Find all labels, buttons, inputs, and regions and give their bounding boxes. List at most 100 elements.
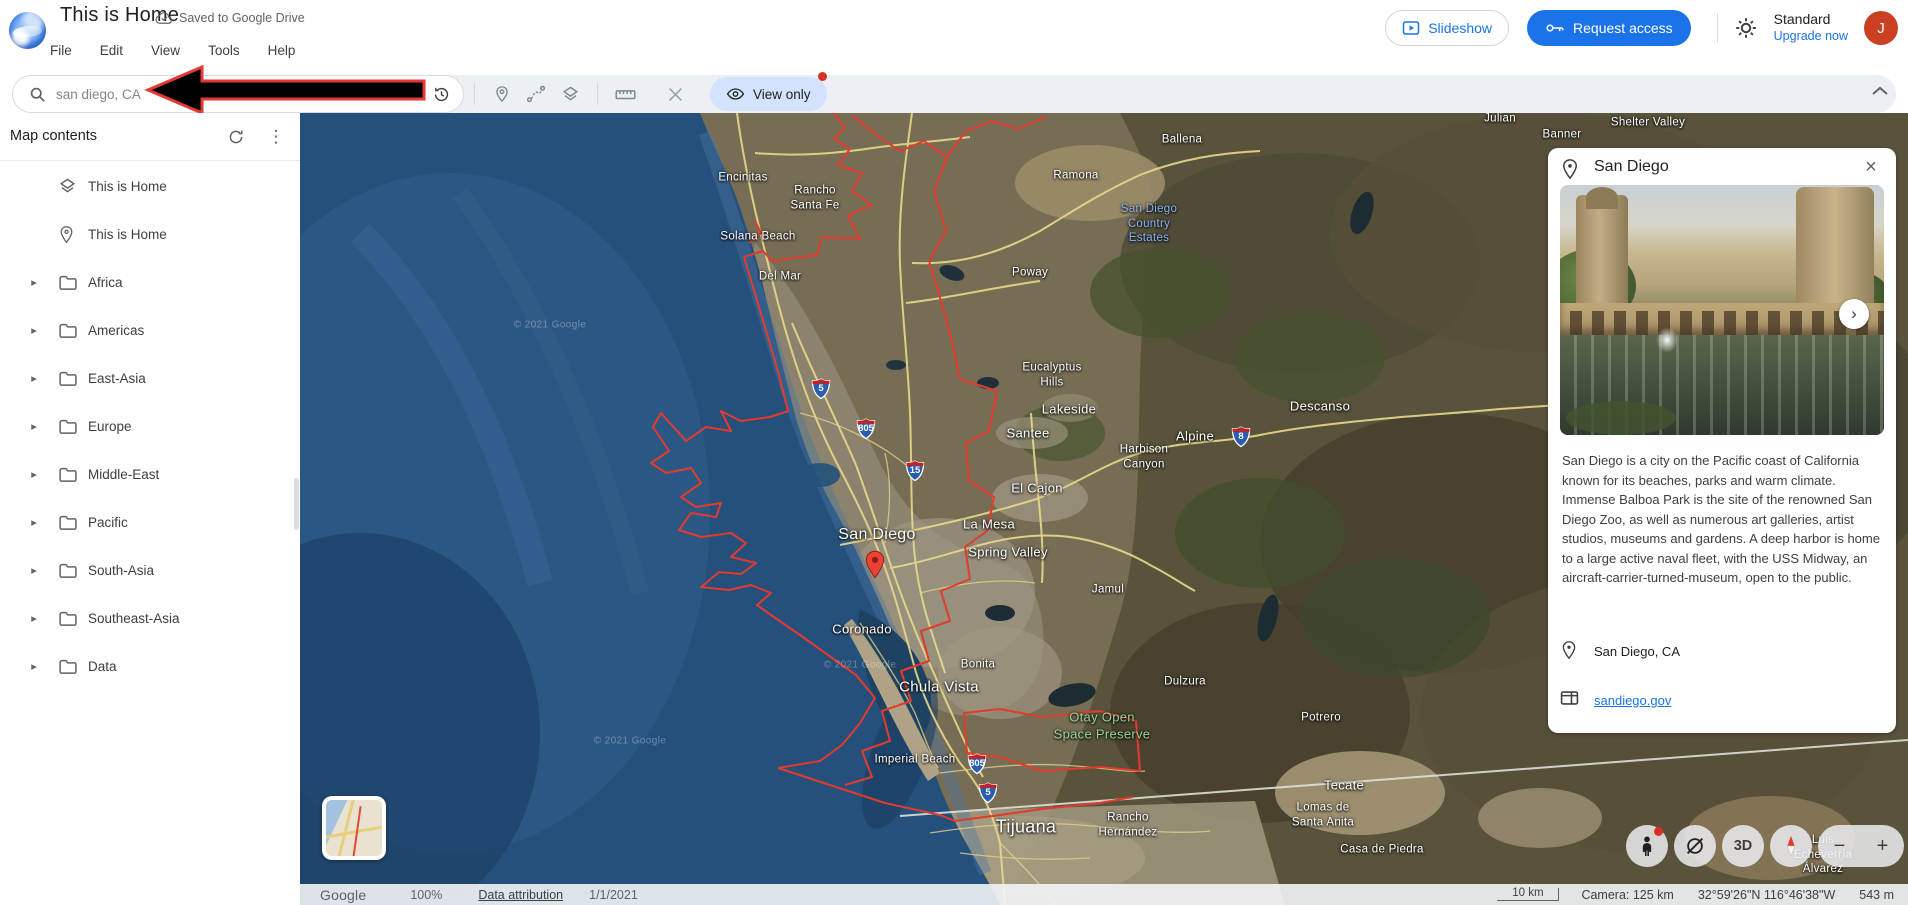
header-divider	[1717, 13, 1718, 43]
search-box[interactable]	[12, 75, 464, 113]
sidebar-item-label: This is Home	[88, 227, 167, 242]
place-info-panel: San Diego × › San Diego is a city on the…	[1548, 148, 1896, 733]
zoom-out-button[interactable]: −	[1834, 835, 1846, 858]
map-contents-sidebar: Map contents ⋮ This is Home This is Home ▸…	[0, 113, 300, 905]
refresh-icon[interactable]	[224, 125, 248, 149]
measure-tool-icon[interactable]	[608, 77, 642, 111]
collapse-toolbar-chevron-icon[interactable]	[1870, 84, 1890, 102]
minimap-road	[336, 800, 356, 856]
terrain-elevation: 543 m	[1859, 888, 1894, 902]
zoom-control: − +	[1818, 825, 1904, 867]
expand-caret-icon[interactable]: ▸	[26, 468, 42, 481]
place-website-link[interactable]: sandiego.gov	[1594, 693, 1671, 708]
search-toolbar: View only	[12, 75, 1896, 113]
menu-tools[interactable]: Tools	[208, 38, 240, 63]
sidebar-item-label: This is Home	[88, 179, 167, 194]
folder-icon	[58, 370, 78, 387]
menu-view[interactable]: View	[151, 38, 180, 63]
location-pin-icon	[1560, 640, 1578, 665]
tilt-reset-button[interactable]	[1674, 825, 1716, 867]
compass-button[interactable]	[1770, 825, 1812, 867]
placemark-tool-icon[interactable]	[485, 77, 519, 111]
sidebar-title: Map contents	[10, 128, 97, 144]
folder-icon	[58, 322, 78, 339]
folder-label: Europe	[88, 419, 132, 434]
minimap-road	[326, 824, 382, 839]
place-description: San Diego is a city on the Pacific coast…	[1562, 451, 1884, 588]
sidebar-folder-middle-east[interactable]: ▸ Middle-East	[0, 450, 300, 498]
sidebar-folder-east-asia[interactable]: ▸ East-Asia	[0, 354, 300, 402]
folder-icon	[58, 610, 78, 627]
sidebar-folder-africa[interactable]: ▸Africa	[0, 258, 300, 306]
folder-icon	[58, 418, 78, 435]
upgrade-link[interactable]: Upgrade now	[1774, 29, 1848, 45]
notification-dot	[818, 72, 827, 81]
menu-help[interactable]: Help	[268, 38, 296, 63]
3d-toggle-button[interactable]: 3D	[1722, 825, 1764, 867]
layers-tool-icon[interactable]	[553, 77, 587, 111]
expand-caret-icon[interactable]: ▸	[26, 660, 42, 673]
toolbar-divider	[474, 83, 475, 105]
sidebar-folder-pacific[interactable]: ▸ Pacific	[0, 498, 300, 546]
expand-caret-icon[interactable]: ▸	[26, 372, 42, 385]
data-attribution-link[interactable]: Data attribution	[478, 888, 563, 902]
close-icon[interactable]: ×	[1858, 154, 1884, 180]
folder-icon	[58, 466, 78, 483]
pegman-notification-dot	[1654, 827, 1663, 836]
folder-label: East-Asia	[88, 371, 146, 386]
place-title: San Diego	[1594, 158, 1669, 176]
placemark-pin-icon[interactable]	[864, 550, 886, 580]
place-photo[interactable]	[1560, 185, 1884, 435]
folder-label: Southeast-Asia	[88, 611, 180, 626]
expand-caret-icon[interactable]: ▸	[26, 324, 42, 337]
folder-label: Middle-East	[88, 467, 159, 482]
kebab-menu-icon[interactable]: ⋮	[264, 123, 288, 151]
imagery-date: 1/1/2021	[589, 888, 638, 902]
place-location: San Diego, CA	[1594, 644, 1680, 659]
request-access-button[interactable]: Request access	[1527, 10, 1691, 46]
sidebar-folder-data[interactable]: ▸Data	[0, 642, 300, 690]
eye-icon	[726, 87, 745, 101]
camera-altitude: Camera: 125 km	[1581, 888, 1673, 902]
expand-caret-icon[interactable]: ▸	[26, 516, 42, 529]
search-history-icon[interactable]	[432, 85, 451, 104]
sidebar-item-this-is-home[interactable]: This is Home	[0, 210, 300, 258]
website-icon	[1560, 690, 1579, 711]
folder-label: Pacific	[88, 515, 128, 530]
view-only-badge[interactable]: View only	[710, 77, 827, 111]
status-bar: Google 100% Data attribution 1/1/2021 10…	[300, 884, 1908, 905]
folder-icon	[58, 514, 78, 531]
sidebar-folder-europe[interactable]: ▸ Europe	[0, 402, 300, 450]
expand-caret-icon[interactable]: ▸	[26, 564, 42, 577]
menu-edit[interactable]: Edit	[100, 38, 123, 63]
google-earth-logo-icon[interactable]	[9, 12, 46, 49]
menu-file[interactable]: File	[50, 38, 72, 63]
settings-gear-icon[interactable]	[1734, 16, 1758, 40]
slideshow-play-icon	[1402, 20, 1420, 36]
sidebar-folder-south-asia[interactable]: ▸South-Asia	[0, 546, 300, 594]
folder-label: Americas	[88, 323, 144, 338]
google-earth-app: This is Home Saved to Google Drive File E…	[0, 0, 1908, 905]
google-brand: Google	[320, 887, 366, 903]
expand-caret-icon[interactable]: ▸	[26, 276, 42, 289]
imagery-zoom-percent: 100%	[410, 888, 442, 902]
cloud-saved-icon	[155, 11, 173, 25]
sidebar-scrollbar[interactable]	[294, 478, 299, 530]
saved-status: Saved to Google Drive	[179, 11, 305, 25]
slideshow-button[interactable]: Slideshow	[1385, 10, 1509, 46]
draw-path-tool-icon[interactable]	[519, 77, 553, 111]
folder-icon	[58, 274, 78, 291]
account-avatar[interactable]: J	[1864, 11, 1898, 45]
search-icon	[29, 86, 46, 103]
expand-caret-icon[interactable]: ▸	[26, 420, 42, 433]
expand-caret-icon[interactable]: ▸	[26, 612, 42, 625]
edit-tools-disabled-icon[interactable]	[658, 77, 692, 111]
sidebar-item-this-is-home[interactable]: This is Home	[0, 162, 300, 210]
search-input[interactable]	[56, 87, 428, 102]
menu-bar: File Edit View Tools Help	[50, 38, 323, 63]
overview-minimap[interactable]	[322, 796, 386, 860]
sidebar-folder-americas[interactable]: ▸ Americas	[0, 306, 300, 354]
photo-next-button[interactable]: ›	[1839, 299, 1869, 329]
zoom-in-button[interactable]: +	[1877, 835, 1889, 858]
sidebar-folder-southeast-asia[interactable]: ▸ Southeast-Asia	[0, 594, 300, 642]
